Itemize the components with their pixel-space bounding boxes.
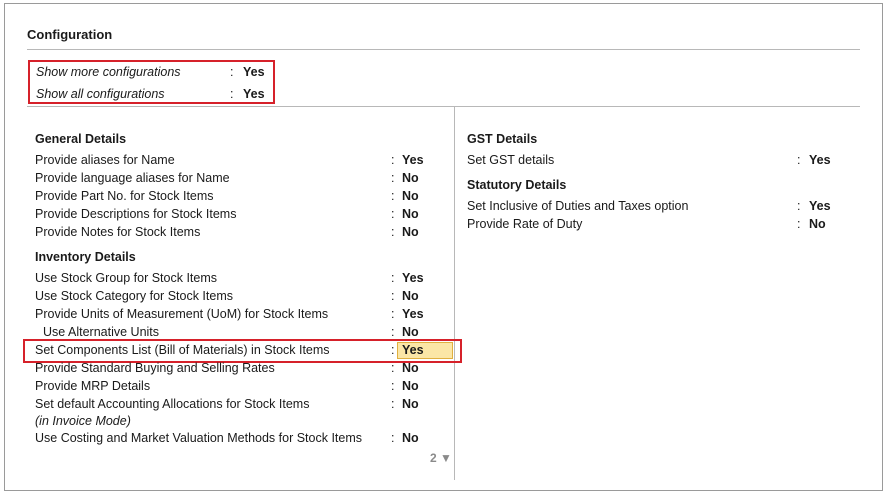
colon: : xyxy=(391,379,395,393)
colon: : xyxy=(391,431,395,445)
inclusive-duties-value[interactable]: Yes xyxy=(809,199,831,213)
colon: : xyxy=(230,65,234,79)
colon: : xyxy=(391,225,395,239)
accounting-allocations-label: Set default Accounting Allocations for S… xyxy=(35,397,310,411)
buying-selling-rates-value[interactable]: No xyxy=(402,361,419,375)
colon: : xyxy=(391,207,395,221)
uom-value[interactable]: Yes xyxy=(402,307,424,321)
colon: : xyxy=(391,271,395,285)
column-divider xyxy=(454,107,455,480)
accounting-allocations-value[interactable]: No xyxy=(402,397,419,411)
costing-methods-label: Use Costing and Market Valuation Methods… xyxy=(35,431,363,445)
general-details-heading: General Details xyxy=(35,132,127,146)
colon: : xyxy=(391,189,395,203)
rate-of-duty-value[interactable]: No xyxy=(809,217,826,231)
components-list-value[interactable]: Yes xyxy=(402,343,424,357)
colon: : xyxy=(391,361,395,375)
notes-value[interactable]: No xyxy=(402,225,419,239)
colon: : xyxy=(391,307,395,321)
colon: : xyxy=(391,171,395,185)
components-list-label: Set Components List (Bill of Materials) … xyxy=(35,343,330,357)
part-no-value[interactable]: No xyxy=(402,189,419,203)
gst-details-heading: GST Details xyxy=(467,132,538,146)
language-aliases-value[interactable]: No xyxy=(402,171,419,185)
colon: : xyxy=(391,289,395,303)
uom-label: Provide Units of Measurement (UoM) for S… xyxy=(35,307,329,321)
colon: : xyxy=(230,87,234,101)
buying-selling-rates-label: Provide Standard Buying and Selling Rate… xyxy=(35,361,275,375)
gst-details-value[interactable]: Yes xyxy=(809,153,831,167)
show-more-configurations-value[interactable]: Yes xyxy=(243,65,265,79)
show-all-configurations-value[interactable]: Yes xyxy=(243,87,265,101)
gst-details-label: Set GST details xyxy=(467,153,555,167)
show-all-configurations-label[interactable]: Show all configurations xyxy=(36,87,165,101)
stock-category-label: Use Stock Category for Stock Items xyxy=(35,289,233,303)
inventory-details-heading: Inventory Details xyxy=(35,250,136,264)
stock-group-value[interactable]: Yes xyxy=(402,271,424,285)
colon: : xyxy=(797,217,801,231)
colon: : xyxy=(391,397,395,411)
alternative-units-label: Use Alternative Units xyxy=(43,325,160,339)
title-divider xyxy=(27,49,860,50)
page-title: Configuration xyxy=(27,27,113,42)
stock-category-value[interactable]: No xyxy=(402,289,419,303)
language-aliases-label: Provide language aliases for Name xyxy=(35,171,230,185)
inclusive-duties-label: Set Inclusive of Duties and Taxes option xyxy=(467,199,689,213)
costing-methods-value[interactable]: No xyxy=(402,431,419,445)
notes-label: Provide Notes for Stock Items xyxy=(35,225,201,239)
mrp-details-label: Provide MRP Details xyxy=(35,379,151,393)
invoice-mode-note: (in Invoice Mode) xyxy=(35,414,131,428)
aliases-value[interactable]: Yes xyxy=(402,153,424,167)
colon: : xyxy=(391,325,395,339)
colon: : xyxy=(797,153,801,167)
colon: : xyxy=(797,199,801,213)
page-indicator[interactable]: 2 ▼ xyxy=(430,451,452,465)
colon: : xyxy=(391,343,395,357)
stock-group-label: Use Stock Group for Stock Items xyxy=(35,271,218,285)
aliases-label: Provide aliases for Name xyxy=(35,153,175,167)
mrp-details-value[interactable]: No xyxy=(402,379,419,393)
descriptions-label: Provide Descriptions for Stock Items xyxy=(35,207,237,221)
rate-of-duty-label: Provide Rate of Duty xyxy=(467,217,583,231)
options-divider xyxy=(27,106,860,107)
alternative-units-value[interactable]: No xyxy=(402,325,419,339)
colon: : xyxy=(391,153,395,167)
statutory-details-heading: Statutory Details xyxy=(467,178,567,192)
part-no-label: Provide Part No. for Stock Items xyxy=(35,189,214,203)
show-more-configurations-label[interactable]: Show more configurations xyxy=(36,65,181,79)
descriptions-value[interactable]: No xyxy=(402,207,419,221)
